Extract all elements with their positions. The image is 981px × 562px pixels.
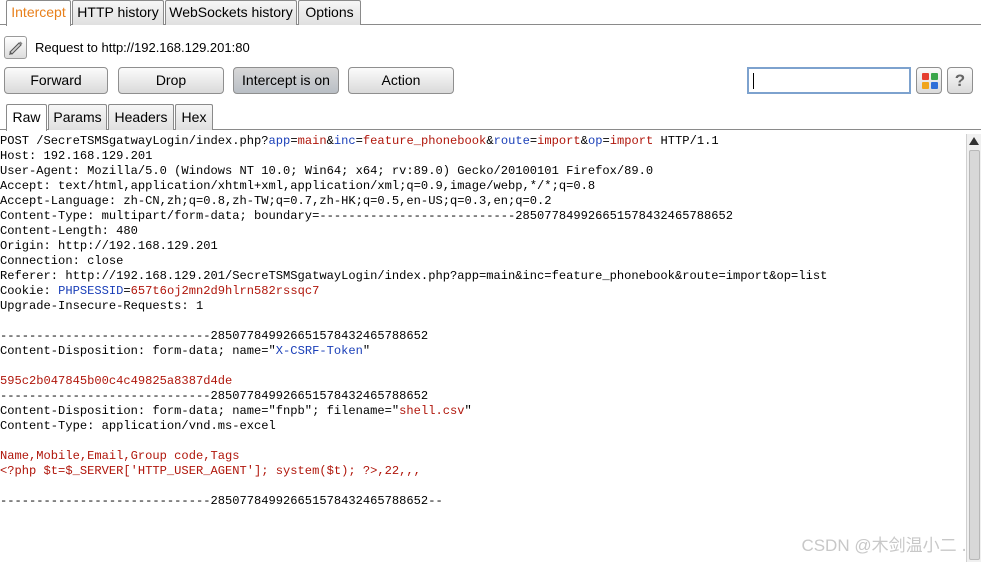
- multipart-boundary: -----------------------------28507784992…: [0, 329, 429, 343]
- content-disposition-csrf: Content-Disposition: form-data; name="X-…: [0, 344, 371, 358]
- header-host: Host: 192.168.129.201: [0, 149, 153, 163]
- scroll-up-arrow-icon[interactable]: [969, 137, 979, 145]
- editor-scrollbar[interactable]: [966, 134, 981, 562]
- tab-http-history[interactable]: HTTP history: [72, 0, 164, 25]
- csv-payload-row: <?php $t=$_SERVER['HTTP_USER_AGENT']; sy…: [0, 464, 421, 478]
- header-user-agent: User-Agent: Mozilla/5.0 (Windows NT 10.0…: [0, 164, 654, 178]
- header-accept: Accept: text/html,application/xhtml+xml,…: [0, 179, 596, 193]
- raw-request-editor[interactable]: POST /SecreTSMSgatwayLogin/index.php?app…: [0, 134, 966, 562]
- header-accept-language: Accept-Language: zh-CN,zh;q=0.8,zh-TW;q=…: [0, 194, 552, 208]
- header-cookie: Cookie: PHPSESSID=657t6oj2mn2d9hlrn582rs…: [0, 284, 320, 298]
- help-icon: ?: [954, 71, 966, 90]
- request-target-label: Request to http://192.168.129.201:80: [35, 40, 250, 55]
- request-line: POST /SecreTSMSgatwayLogin/index.php?app…: [0, 134, 719, 148]
- part-content-type: Content-Type: application/vnd.ms-excel: [0, 419, 276, 433]
- header-connection: Connection: close: [0, 254, 124, 268]
- action-button[interactable]: Action: [348, 67, 454, 94]
- request-info-row: Request to http://192.168.129.201:80: [0, 33, 981, 63]
- multipart-boundary-end: -----------------------------28507784992…: [0, 494, 443, 508]
- tab-headers[interactable]: Headers: [108, 104, 174, 130]
- header-referer: Referer: http://192.168.129.201/SecreTSM…: [0, 269, 828, 283]
- tab-intercept[interactable]: Intercept: [6, 0, 71, 26]
- help-button[interactable]: ?: [947, 67, 973, 94]
- color-picker-button[interactable]: [916, 67, 942, 94]
- drop-button[interactable]: Drop: [118, 67, 224, 94]
- tab-raw[interactable]: Raw: [6, 104, 47, 131]
- header-upgrade-insecure: Upgrade-Insecure-Requests: 1: [0, 299, 204, 313]
- header-content-type: Content-Type: multipart/form-data; bound…: [0, 209, 734, 223]
- csv-header-row: Name,Mobile,Email,Group code,Tags: [0, 449, 240, 463]
- message-view-tabs: Raw Params Headers Hex: [0, 104, 981, 131]
- header-content-length: Content-Length: 480: [0, 224, 138, 238]
- tab-websockets-history[interactable]: WebSockets history: [165, 0, 297, 25]
- multipart-boundary: -----------------------------28507784992…: [0, 389, 429, 403]
- search-input[interactable]: [747, 67, 911, 94]
- tab-options[interactable]: Options: [298, 0, 361, 25]
- edit-pencil-icon[interactable]: [4, 36, 27, 59]
- header-origin: Origin: http://192.168.129.201: [0, 239, 218, 253]
- text-caret: [753, 73, 754, 89]
- main-tab-bar: Intercept HTTP history WebSockets histor…: [0, 0, 981, 26]
- intercept-toggle-button[interactable]: Intercept is on: [233, 67, 339, 94]
- scrollbar-thumb[interactable]: [969, 150, 980, 560]
- tab-hex[interactable]: Hex: [175, 104, 213, 130]
- forward-button[interactable]: Forward: [4, 67, 108, 94]
- color-grid-icon: [922, 73, 938, 89]
- content-disposition-file: Content-Disposition: form-data; name="fn…: [0, 404, 472, 418]
- tab-params[interactable]: Params: [48, 104, 107, 130]
- csrf-token-value: 595c2b047845b00c4c49825a8387d4de: [0, 374, 233, 388]
- watermark: CSDN @木剑温小二 ․: [801, 536, 967, 555]
